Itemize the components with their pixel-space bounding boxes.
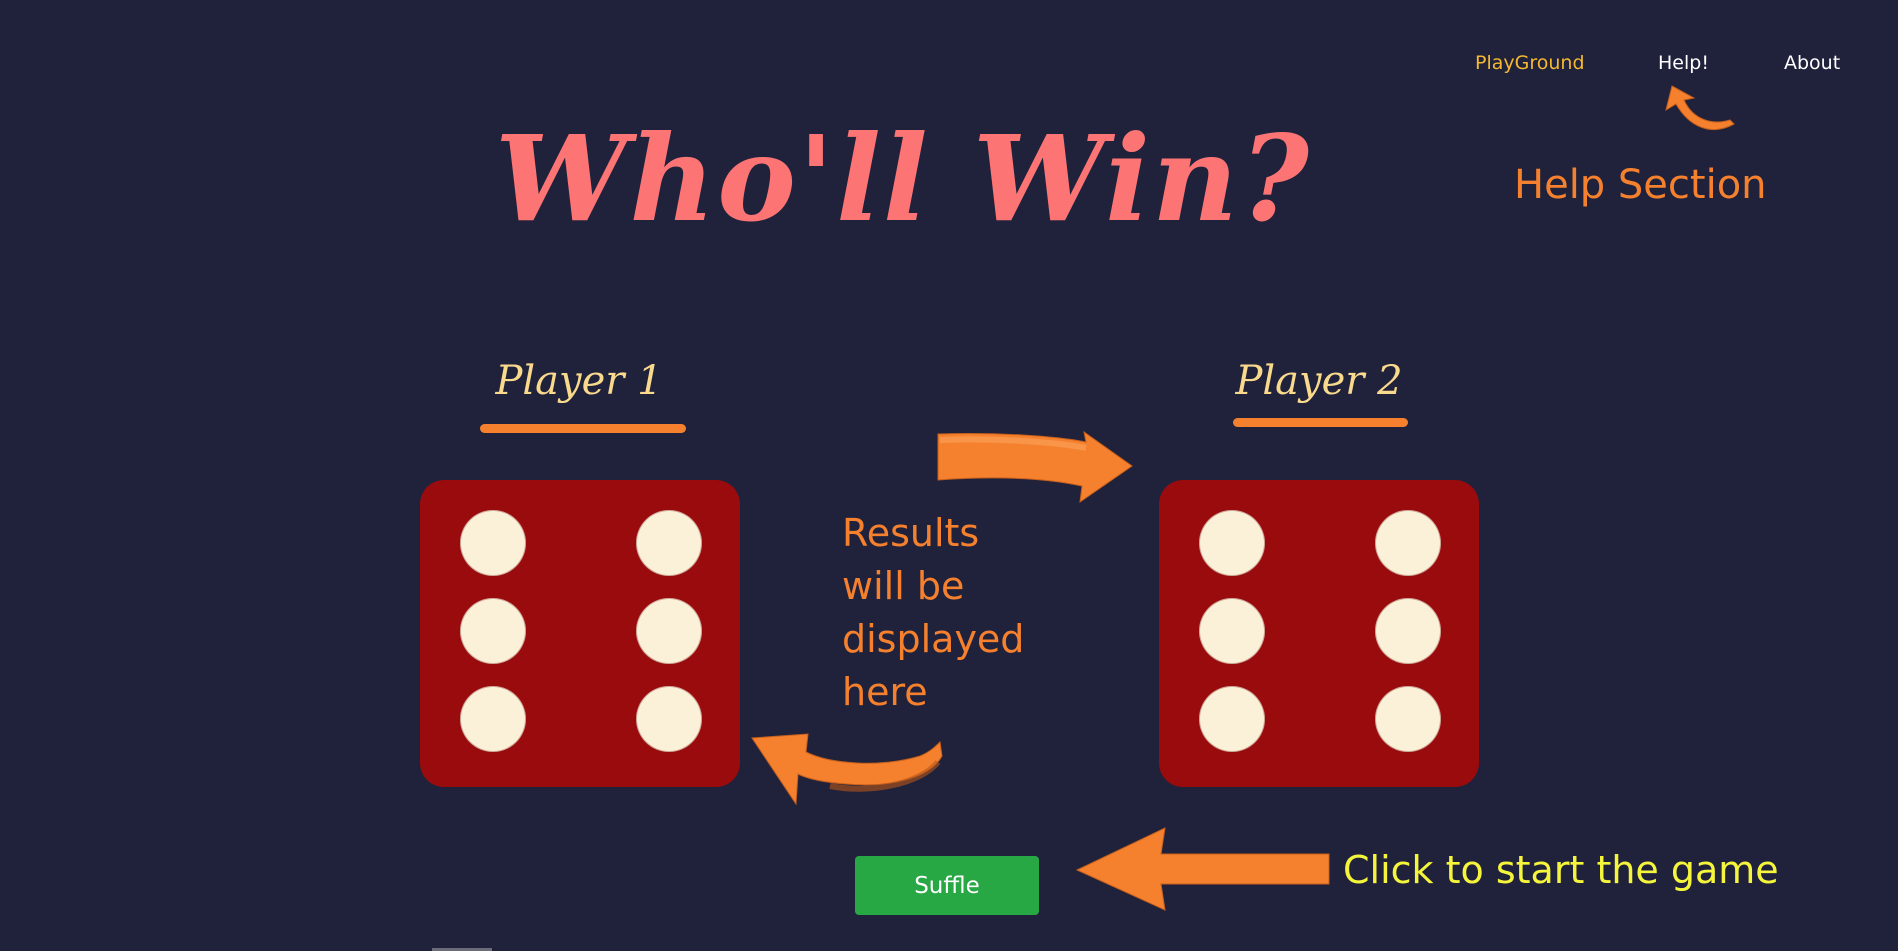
player-1-underline [480, 424, 686, 433]
die-pip [1199, 686, 1265, 752]
die-pip [636, 598, 702, 664]
player-2-underline [1233, 418, 1408, 427]
die-pip [1199, 510, 1265, 576]
die-pip [460, 686, 526, 752]
shuffle-button[interactable]: Suffle [855, 856, 1039, 915]
die-pip [1375, 598, 1441, 664]
nav-help[interactable]: Help! [1658, 52, 1709, 74]
die-pip [1375, 510, 1441, 576]
player-1-label: Player 1 [495, 358, 663, 404]
player-2-die [1159, 480, 1479, 787]
nav-about[interactable]: About [1784, 52, 1840, 74]
curved-left-arrow-icon [751, 733, 943, 806]
player-1-die [420, 480, 740, 787]
die-pip [1199, 598, 1265, 664]
die-pip [636, 686, 702, 752]
cta-text: Click to start the game [1343, 848, 1779, 892]
die-pip [460, 598, 526, 664]
curved-right-arrow-icon [937, 430, 1133, 504]
results-display: Results will be displayed here [842, 511, 1025, 714]
die-pip [636, 510, 702, 576]
die-pip [460, 510, 526, 576]
left-arrow-icon [1075, 827, 1330, 911]
nav-playground[interactable]: PlayGround [1475, 52, 1585, 74]
player-2-label: Player 2 [1235, 358, 1403, 404]
help-section-note: Help Section [1514, 162, 1767, 208]
die-pip [1375, 686, 1441, 752]
